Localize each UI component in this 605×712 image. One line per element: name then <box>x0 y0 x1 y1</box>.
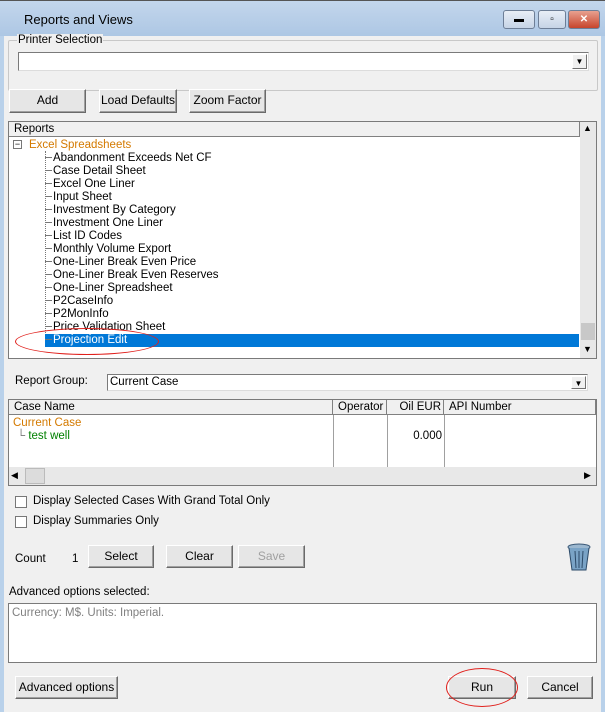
report-item-label: One-Liner Break Even Reserves <box>53 269 219 281</box>
scroll-left-icon[interactable]: ◀ <box>11 470 18 481</box>
report-item[interactable]: Abandonment Exceeds Net CF <box>45 152 212 165</box>
add-button[interactable]: Add <box>9 89 86 113</box>
count-value: 1 <box>72 553 79 565</box>
report-item-label: P2CaseInfo <box>53 295 114 307</box>
advanced-options-text[interactable]: Currency: M$. Units: Imperial. <box>8 603 597 663</box>
collapse-icon[interactable]: − <box>13 140 22 149</box>
report-group-value: Current Case <box>110 376 179 388</box>
clear-button[interactable]: Clear <box>166 545 233 568</box>
count-label: Count <box>15 553 46 565</box>
trash-icon[interactable] <box>566 543 592 572</box>
tree-group-excel[interactable]: Excel Spreadsheets <box>29 139 131 151</box>
report-item[interactable]: Investment One Liner <box>45 217 163 230</box>
report-item-label: Abandonment Exceeds Net CF <box>53 152 212 164</box>
report-item-label: One-Liner Spreadsheet <box>53 282 173 294</box>
report-item[interactable]: One-Liner Spreadsheet <box>45 282 173 295</box>
tree-connector <box>45 300 52 302</box>
tree-connector <box>45 209 52 211</box>
report-item[interactable]: P2CaseInfo <box>45 295 113 308</box>
annotation-ellipse <box>446 668 518 707</box>
window-border <box>0 36 4 712</box>
column-divider <box>444 415 445 467</box>
summaries-only-label: Display Summaries Only <box>33 515 159 527</box>
scroll-down-icon[interactable]: ▼ <box>583 344 592 354</box>
printer-select[interactable]: ▼ <box>18 52 589 71</box>
report-item-label: Investment One Liner <box>53 217 163 229</box>
report-item[interactable]: Monthly Volume Export <box>45 243 171 256</box>
summaries-only-checkbox[interactable] <box>15 516 27 528</box>
reports-header[interactable]: Reports <box>9 122 580 137</box>
annotation-ellipse <box>15 328 159 355</box>
reports-scrollbar[interactable]: ▲ ▼ <box>580 122 596 358</box>
scroll-up-icon[interactable]: ▲ <box>583 123 592 133</box>
report-item[interactable]: List ID Codes <box>45 230 122 243</box>
case-name: test well <box>28 430 70 442</box>
cases-grid[interactable]: Case Name Operator Oil EUR API Number Cu… <box>8 399 597 486</box>
report-item[interactable]: One-Liner Break Even Price <box>45 256 196 269</box>
chevron-down-icon[interactable]: ▼ <box>572 54 587 69</box>
zoom-factor-button[interactable]: Zoom Factor <box>189 89 266 113</box>
report-item[interactable]: One-Liner Break Even Reserves <box>45 269 219 282</box>
report-item-label: List ID Codes <box>53 230 123 242</box>
window-border <box>601 36 605 712</box>
report-item-label: P2MonInfo <box>53 308 109 320</box>
report-item-label: Input Sheet <box>53 191 112 203</box>
scroll-thumb[interactable] <box>25 468 45 484</box>
case-oil-eur: 0.000 <box>413 430 442 442</box>
tree-connector <box>45 326 52 328</box>
report-item[interactable]: Investment By Category <box>45 204 176 217</box>
report-item[interactable]: Case Detail Sheet <box>45 165 146 178</box>
report-item-label: Investment By Category <box>53 204 176 216</box>
report-item-label: Excel One Liner <box>53 178 135 190</box>
tree-connector <box>45 235 52 237</box>
cancel-button[interactable]: Cancel <box>527 676 593 699</box>
tree-connector <box>45 222 52 224</box>
tree-connector <box>45 261 52 263</box>
column-operator[interactable]: Operator <box>333 400 387 415</box>
report-item[interactable]: Input Sheet <box>45 191 112 204</box>
report-item-label: Case Detail Sheet <box>53 165 146 177</box>
tree-connector <box>45 287 52 289</box>
tree-connector <box>45 274 52 276</box>
advanced-options-label: Advanced options selected: <box>9 586 150 598</box>
column-api-number[interactable]: API Number <box>444 400 596 415</box>
tree-connector <box>45 196 52 198</box>
scroll-right-icon[interactable]: ▶ <box>584 470 591 481</box>
advanced-options-button[interactable]: Advanced options <box>15 676 118 699</box>
report-group-select[interactable]: Current Case ▼ <box>107 374 588 391</box>
cases-hscrollbar[interactable]: ◀ ▶ <box>9 467 596 485</box>
tree-connector <box>45 248 52 250</box>
report-item[interactable]: P2MonInfo <box>45 308 109 321</box>
tree-connector <box>45 170 52 172</box>
case-group[interactable]: Current Case <box>13 417 81 429</box>
report-item[interactable]: Excel One Liner <box>45 178 135 191</box>
grand-total-checkbox[interactable] <box>15 496 27 508</box>
close-button[interactable]: ✕ <box>568 10 600 29</box>
tree-connector <box>45 313 52 315</box>
maximize-button[interactable]: ▫ <box>538 10 566 29</box>
load-defaults-button[interactable]: Load Defaults <box>99 89 177 113</box>
report-group-label: Report Group: <box>15 375 88 387</box>
column-divider <box>333 415 334 467</box>
scroll-thumb[interactable] <box>581 323 595 340</box>
tree-connector <box>45 157 52 159</box>
case-row[interactable]: └ test well <box>17 430 70 442</box>
save-button[interactable]: Save <box>238 545 305 568</box>
column-oil-eur[interactable]: Oil EUR <box>387 400 444 415</box>
report-item-label: One-Liner Break Even Price <box>53 256 197 268</box>
tree-connector <box>45 183 52 185</box>
column-case-name[interactable]: Case Name <box>9 400 333 415</box>
chevron-down-icon[interactable]: ▼ <box>571 376 586 389</box>
report-item-label: Monthly Volume Export <box>53 243 172 255</box>
printer-legend: Printer Selection <box>17 34 104 46</box>
reports-tree[interactable]: Reports ▲ ▼ − Excel Spreadsheets Abandon… <box>8 121 597 359</box>
window-title: Reports and Views <box>24 12 133 27</box>
select-button[interactable]: Select <box>88 545 154 568</box>
grand-total-label: Display Selected Cases With Grand Total … <box>33 495 270 507</box>
minimize-button[interactable]: ▬ <box>503 10 535 29</box>
